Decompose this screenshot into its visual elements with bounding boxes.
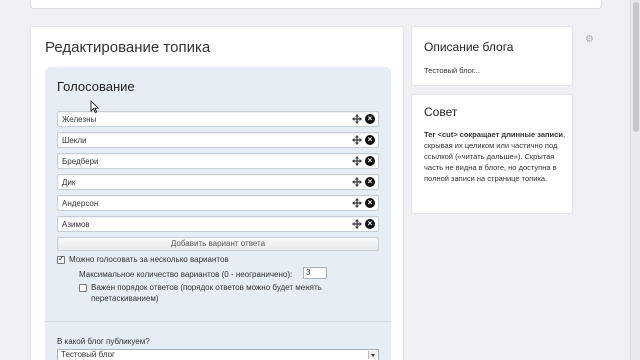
tip-bold: Тег <cut> сокращает длинные записи bbox=[424, 130, 563, 139]
poll-option: × bbox=[57, 111, 379, 127]
poll-option: × bbox=[57, 132, 379, 148]
blog-description-text: Тестовый блог... bbox=[424, 66, 480, 75]
move-icon[interactable] bbox=[352, 219, 362, 229]
tip-text: Тег <cut> сокращает длинные записи, скры… bbox=[424, 129, 566, 184]
blog-select-label: В какой блог публикуем? bbox=[57, 337, 150, 346]
mouse-cursor-icon bbox=[90, 100, 100, 114]
answer-order-label: Важен порядок ответов (порядок ответов м… bbox=[91, 283, 322, 292]
tip-title: Совет bbox=[424, 105, 458, 119]
move-icon[interactable] bbox=[352, 135, 362, 145]
page-title: Редактирование топика bbox=[45, 39, 211, 56]
remove-icon[interactable]: × bbox=[365, 177, 375, 187]
poll-option: × bbox=[57, 174, 379, 190]
poll-option: × bbox=[57, 153, 379, 169]
scrollbar-thumb[interactable] bbox=[633, 2, 639, 132]
max-variants-label: Максимальное количество вариантов (0 - н… bbox=[79, 270, 293, 279]
poll-option-input[interactable] bbox=[58, 112, 348, 126]
poll-option: × bbox=[57, 195, 379, 211]
blog-select[interactable]: Тестовый блог bbox=[57, 349, 379, 360]
add-variant-button[interactable]: Добавить вариант ответа bbox=[57, 237, 379, 251]
blog-select-value: Тестовый блог bbox=[61, 350, 115, 359]
edit-topic-card: Редактирование топика Голосование × × × … bbox=[30, 26, 404, 360]
answer-order-label-cont: перетаскиванием) bbox=[91, 294, 159, 303]
answer-order-checkbox[interactable] bbox=[79, 284, 87, 292]
remove-icon[interactable]: × bbox=[365, 156, 375, 166]
move-icon[interactable] bbox=[352, 156, 362, 166]
move-icon[interactable] bbox=[352, 198, 362, 208]
move-icon[interactable] bbox=[352, 114, 362, 124]
gear-icon[interactable]: ⚙ bbox=[585, 35, 595, 45]
tip-card: Совет Тег <cut> сокращает длинные записи… bbox=[411, 94, 573, 214]
max-variants-input[interactable]: 3 bbox=[303, 267, 327, 279]
voting-title: Голосование bbox=[57, 79, 135, 94]
scrollbar[interactable] bbox=[630, 0, 640, 360]
poll-option-input[interactable] bbox=[58, 175, 348, 189]
poll-option: × bbox=[57, 216, 379, 232]
poll-option-input[interactable] bbox=[58, 154, 348, 168]
remove-icon[interactable]: × bbox=[365, 135, 375, 145]
multiple-votes-label: Можно голосовать за несколько вариантов bbox=[69, 255, 229, 264]
top-panel-edge bbox=[30, 0, 602, 9]
divider bbox=[45, 321, 391, 322]
remove-icon[interactable]: × bbox=[365, 219, 375, 229]
poll-option-input[interactable] bbox=[58, 196, 348, 210]
chevron-down-icon[interactable] bbox=[368, 351, 377, 359]
multiple-votes-checkbox[interactable] bbox=[57, 254, 65, 264]
poll-option-input[interactable] bbox=[58, 217, 348, 231]
blog-description-title: Описание блога bbox=[424, 40, 514, 54]
remove-icon[interactable]: × bbox=[365, 114, 375, 124]
poll-option-input[interactable] bbox=[58, 133, 348, 147]
remove-icon[interactable]: × bbox=[365, 198, 375, 208]
move-icon[interactable] bbox=[352, 177, 362, 187]
blog-description-card: Описание блога Тестовый блог... bbox=[411, 26, 573, 86]
